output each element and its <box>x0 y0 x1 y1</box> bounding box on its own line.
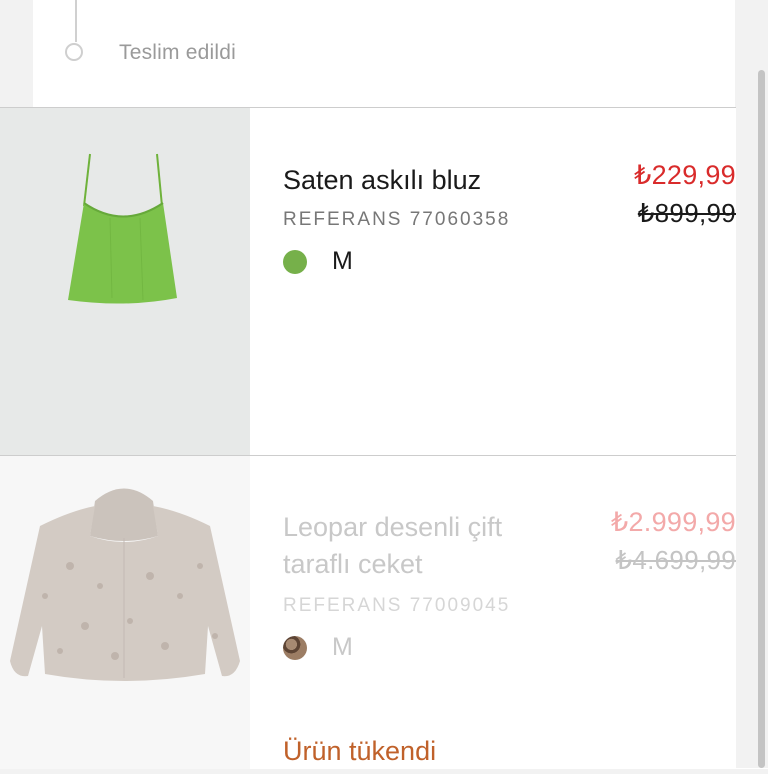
product-size: M <box>332 633 353 661</box>
scrollbar-thumb[interactable] <box>758 70 765 768</box>
product-name[interactable]: Leopar desenli çift taraflı ceket <box>283 509 573 583</box>
jacket-image <box>10 488 240 681</box>
sale-price: ₺229,99 <box>634 160 736 190</box>
original-price: ₺4.699,99 <box>615 545 736 575</box>
scrollbar[interactable] <box>736 0 768 768</box>
camisole-image <box>68 153 177 304</box>
product-image[interactable] <box>0 456 250 769</box>
product-reference: REFERANS 77009045 <box>283 595 511 616</box>
timeline-step-icon <box>65 43 83 61</box>
original-price: ₺899,99 <box>637 198 736 228</box>
order-tracking-card: Teslim edildi <box>33 0 735 107</box>
product-image[interactable] <box>0 108 250 456</box>
sold-out-label: Ürün tükendi <box>283 736 437 766</box>
order-item[interactable]: Saten askılı bluz REFERANS 77060358 M ₺2… <box>0 107 768 456</box>
color-swatch <box>283 250 307 274</box>
color-swatch <box>283 636 307 660</box>
product-size: M <box>332 247 353 275</box>
timeline-line <box>75 0 77 42</box>
timeline-step-label: Teslim edildi <box>119 41 236 64</box>
product-reference: REFERANS 77060358 <box>283 209 511 230</box>
sale-price: ₺2.999,99 <box>611 507 736 537</box>
order-item[interactable]: Leopar desenli çift taraflı ceket REFERA… <box>0 455 768 769</box>
product-name[interactable]: Saten askılı bluz <box>283 162 573 199</box>
